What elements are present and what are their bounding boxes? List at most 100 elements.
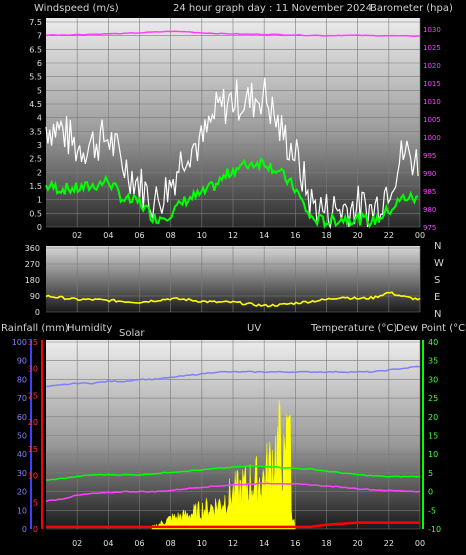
wind-x-tick-label: 10: [197, 231, 207, 240]
barometer-y-tick-label: 990: [423, 170, 436, 178]
humidity-y-tick-label: 70: [17, 394, 27, 403]
wind-y-tick-label: 3.5: [29, 127, 42, 136]
barometer-y-tick-label: 985: [423, 188, 436, 196]
barometer-y-tick-label: 1010: [423, 98, 441, 106]
bottom-x-tick-label: 20: [353, 539, 363, 548]
temp-y-tick-label: 35: [428, 357, 438, 366]
direction-label-s: S: [434, 275, 440, 286]
humidity-axis-label: Humidity: [67, 323, 112, 334]
barometer-y-tick-label: 980: [423, 206, 436, 214]
solar-label: Solar: [119, 328, 145, 339]
direction-y-tick-label: 270: [25, 260, 40, 269]
bottom-x-tick-label: 04: [103, 539, 113, 548]
bottom-x-tick-label: 22: [384, 539, 394, 548]
wind-y-tick-label: 1: [37, 196, 42, 205]
wind-x-tick-label: 20: [353, 231, 363, 240]
wind-x-tick-label: 12: [228, 231, 238, 240]
wind-y-tick-label: 4: [37, 114, 42, 123]
wind-x-tick-label: 14: [259, 231, 269, 240]
wind-y-tick-label: 5.5: [29, 73, 42, 82]
temp-y-tick-label: 15: [428, 432, 438, 441]
temperature-axis-label: Temperature (°C): [310, 323, 397, 334]
wind-y-tick-label: 2: [37, 168, 42, 177]
direction-label-n-bottom: N: [434, 309, 441, 320]
temp-y-tick-label: 0: [428, 488, 433, 497]
bottom-x-tick-label: 06: [134, 539, 144, 548]
direction-label-w: W: [434, 258, 444, 269]
temp-y-tick-label: 5: [428, 469, 433, 478]
bottom-x-tick-label: 10: [197, 539, 207, 548]
direction-y-tick-label: 180: [25, 276, 40, 285]
humidity-y-tick-label: 100: [12, 338, 27, 347]
wind-x-tick-label: 04: [103, 231, 113, 240]
temp-y-tick-label: 30: [428, 375, 438, 384]
rain-y-tick-label: 20: [28, 418, 38, 427]
barometer-y-tick-label: 1015: [423, 80, 441, 88]
wind-x-tick-label: 08: [166, 231, 176, 240]
wind-x-tick-label: 16: [290, 231, 300, 240]
bottom-x-tick-label: 16: [290, 539, 300, 548]
wind-y-tick-label: 3: [37, 141, 42, 150]
weather-graph-page: Windspeed (m/s) 24 hour graph day : 11 N…: [0, 0, 466, 555]
direction-label-e: E: [434, 292, 440, 303]
temp-y-tick-label: -10: [428, 525, 441, 534]
barometer-axis-label: Barometer (hpa): [370, 3, 453, 14]
barometer-y-tick-label: 1000: [423, 134, 441, 142]
wind-y-tick-label: 7: [37, 32, 42, 41]
direction-label-n-top: N: [434, 241, 441, 252]
humidity-y-tick-label: 30: [17, 469, 27, 478]
direction-y-tick-label: 0: [35, 308, 40, 317]
bottom-x-tick-label: 00: [415, 539, 425, 548]
wind-y-tick-label: 1.5: [29, 182, 42, 191]
bottom-x-tick-label: 14: [259, 539, 269, 548]
wind-x-tick-label: 18: [321, 231, 331, 240]
graph-title: 24 hour graph day : 11 November 2024: [173, 3, 372, 14]
rainfall-axis-label: Rainfall (mm): [1, 323, 69, 334]
rain-y-tick-label: 35: [28, 338, 38, 347]
rain-y-tick-label: 25: [28, 391, 38, 400]
wind-y-tick-label: 4.5: [29, 100, 42, 109]
temp-y-tick-label: 40: [428, 338, 438, 347]
temp-y-tick-label: 10: [428, 450, 438, 459]
humidity-y-tick-label: 20: [17, 488, 27, 497]
rain-y-tick-label: 30: [28, 365, 38, 374]
windspeed-axis-label: Windspeed (m/s): [34, 3, 119, 14]
humidity-y-tick-label: 80: [17, 375, 27, 384]
humidity-y-tick-label: 10: [17, 506, 27, 515]
barometer-y-tick-label: 995: [423, 152, 436, 160]
dewpoint-axis-label: Dew Point (°C): [396, 323, 466, 334]
rain-y-tick-label: 15: [28, 445, 38, 454]
humidity-y-tick-label: 40: [17, 450, 27, 459]
humidity-y-tick-label: 50: [17, 432, 27, 441]
barometer-y-tick-label: 1030: [423, 26, 441, 34]
wind-x-tick-label: 02: [72, 231, 82, 240]
bottom-x-tick-label: 02: [72, 539, 82, 548]
wind-y-tick-label: 6.5: [29, 45, 42, 54]
temp-y-tick-label: 25: [428, 394, 438, 403]
wind-x-tick-label: 06: [134, 231, 144, 240]
barometer-y-tick-label: 1025: [423, 44, 441, 52]
wind-y-tick-label: 6: [37, 59, 42, 68]
wind-x-tick-label: 00: [415, 231, 425, 240]
wind-y-tick-label: 2.5: [29, 155, 42, 164]
barometer-y-tick-label: 1005: [423, 116, 441, 124]
wind-x-tick-label: 22: [384, 231, 394, 240]
wind-y-tick-label: 7.5: [29, 18, 42, 27]
humidity-y-tick-label: 0: [22, 525, 27, 534]
temp-y-tick-label: 20: [428, 413, 438, 422]
temp-y-tick-label: -5: [428, 506, 436, 515]
bottom-x-tick-label: 18: [321, 539, 331, 548]
direction-y-tick-label: 360: [25, 244, 40, 253]
rain-y-tick-label: 10: [28, 472, 38, 481]
humidity-y-tick-label: 90: [17, 357, 27, 366]
weather-graph-svg: Windspeed (m/s) 24 hour graph day : 11 N…: [1, 3, 466, 548]
humidity-y-tick-label: 60: [17, 413, 27, 422]
rain-y-tick-label: 5: [33, 498, 38, 507]
bottom-x-tick-label: 12: [228, 539, 238, 548]
rain-y-tick-label: 0: [33, 525, 38, 534]
direction-y-tick-label: 90: [30, 292, 40, 301]
wind-y-tick-label: 0.5: [29, 209, 42, 218]
wind-y-tick-label: 0: [37, 223, 42, 232]
barometer-y-tick-label: 1020: [423, 62, 441, 70]
wind-y-tick-label: 5: [37, 86, 42, 95]
